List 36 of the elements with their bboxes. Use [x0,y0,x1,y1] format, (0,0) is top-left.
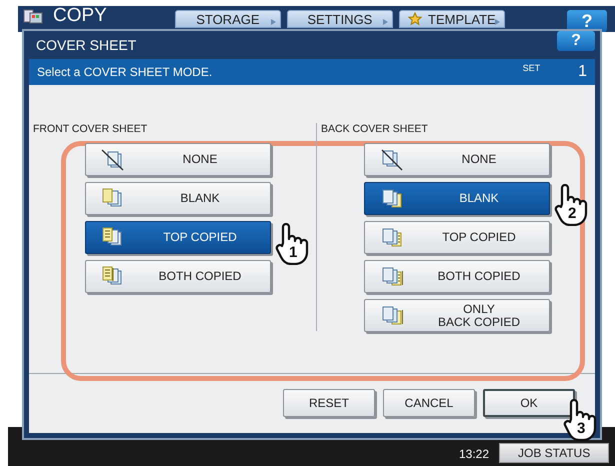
group-title: FRONT COVER SHEET [33,123,148,135]
group-title: BACK COVER SHEET [321,123,429,135]
dialog-button[interactable]: OK [483,389,575,417]
option-button[interactable]: TOP COPIED [85,221,271,254]
pointing-hand-icon [275,223,309,265]
top-tab[interactable]: SETTINGS [286,10,393,28]
step-number: 1 [289,245,298,260]
option-button[interactable]: NONE [364,143,550,176]
option-button[interactable]: BLANK [364,182,550,215]
dialog-button[interactable]: CANCEL [383,389,475,417]
arrow-icon [270,19,276,25]
pointing-hand-icon [554,184,588,226]
arrow-icon [494,19,500,25]
option-button[interactable]: BOTH COPIED [364,260,550,293]
cover-sheet-icon [379,148,405,170]
star-icon [408,12,422,26]
set-count: 1 [578,63,587,81]
step-number: 2 [568,206,576,221]
arrow-icon [382,19,388,25]
step-number: 3 [577,421,586,436]
job-status-button[interactable]: JOB STATUS [499,443,609,463]
option-button[interactable]: NONE [85,143,271,176]
option-button[interactable]: TOP COPIED [364,221,550,254]
option-button[interactable]: BLANK [85,182,271,215]
option-button[interactable]: ONLY BACK COPIED [364,299,550,332]
set-label: SET [522,63,540,73]
top-tab[interactable]: TEMPLATE [398,10,505,28]
copier-icon [23,7,45,25]
option-button[interactable]: BOTH COPIED [85,260,271,293]
top-tab[interactable]: STORAGE [174,10,281,28]
instruction-text: Select a COVER SHEET MODE. [37,65,214,79]
clock-time: 13:22 [458,447,489,461]
app-title: COPY [53,5,107,27]
cover-sheet-icon [100,148,126,170]
dialog-title: COVER SHEET [35,37,136,53]
dialog-button[interactable]: RESET [283,389,375,417]
